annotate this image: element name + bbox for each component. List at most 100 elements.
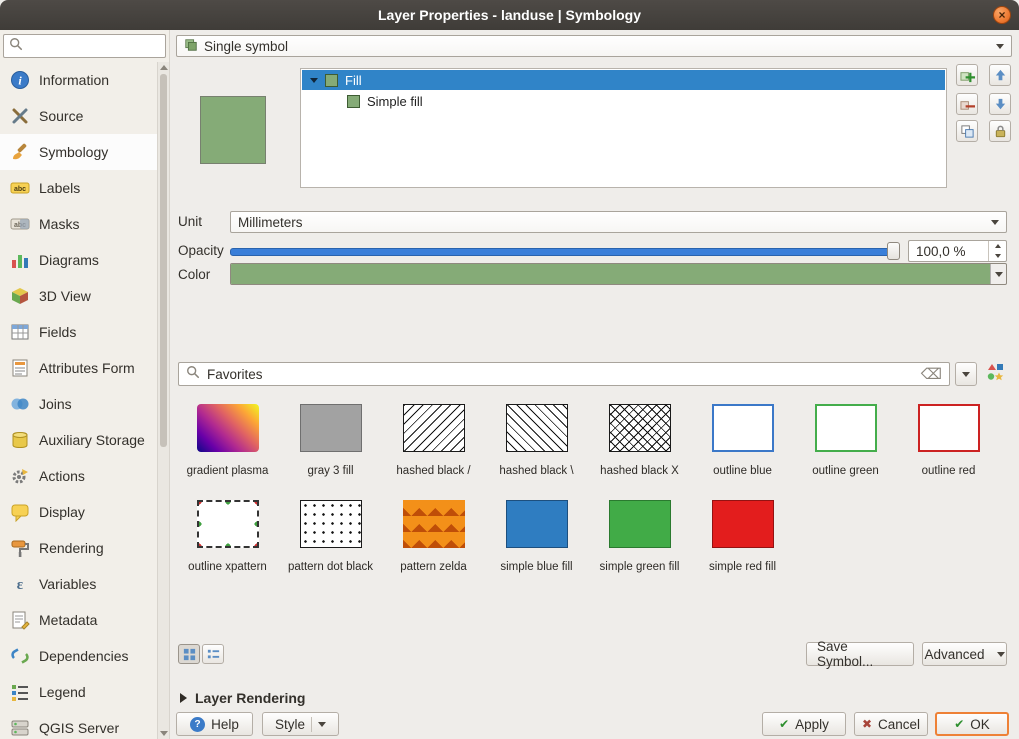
style-button[interactable]: Style [262, 712, 339, 736]
symbol-item-hash-forward[interactable]: hashed black / [382, 404, 485, 478]
help-button[interactable]: ? Help [176, 712, 253, 736]
sidebar-scrollbar[interactable] [157, 62, 169, 739]
sidebar-item-qgis-server[interactable]: QGIS Server [0, 710, 169, 739]
simple-fill-swatch-icon [347, 95, 360, 108]
symbol-item-outline-green[interactable]: outline green [794, 404, 897, 478]
sidebar-item-joins[interactable]: Joins [0, 386, 169, 422]
sidebar-item-symbology[interactable]: Symbology [0, 134, 169, 170]
list-view-toggle-button[interactable] [202, 644, 224, 664]
sidebar-search-input[interactable] [27, 38, 160, 55]
symbol-item-gray-fill[interactable]: gray 3 fill [279, 404, 382, 478]
sidebar-item-diagrams[interactable]: Diagrams [0, 242, 169, 278]
clear-filter-icon[interactable]: ⌫ [921, 367, 942, 382]
style-manager-icon [985, 362, 1005, 387]
advanced-label: Advanced [924, 647, 984, 662]
symbol-preview-hash-forward [403, 404, 465, 452]
close-button[interactable]: × [993, 6, 1011, 24]
scrollbar-thumb[interactable] [160, 74, 167, 447]
metadata-icon [10, 610, 30, 630]
check-icon: ✔ [954, 718, 964, 730]
slider-handle[interactable] [887, 242, 900, 260]
auxiliary-storage-icon [10, 430, 30, 450]
symbol-item-zelda[interactable]: pattern zelda [382, 500, 485, 574]
remove-symbol-layer-button[interactable] [956, 93, 978, 115]
symbol-item-dot-black[interactable]: pattern dot black [279, 500, 382, 574]
sidebar-item-dependencies[interactable]: Dependencies [0, 638, 169, 674]
color-button[interactable] [230, 263, 1007, 285]
layer-rendering-section[interactable]: Layer Rendering [180, 690, 305, 706]
sidebar-search-box[interactable] [3, 34, 166, 58]
unit-select[interactable]: Millimeters [230, 211, 1007, 233]
sidebar-item-display[interactable]: Display [0, 494, 169, 530]
sidebar-item-source[interactable]: Source [0, 98, 169, 134]
symbol-preview-green-fill [609, 500, 671, 548]
color-dropdown[interactable] [990, 264, 1006, 284]
symbol-group-dropdown-button[interactable] [955, 362, 977, 386]
symbol-item-red-fill[interactable]: simple red fill [691, 500, 794, 574]
symbol-filter-box[interactable]: Favorites ⌫ [178, 362, 950, 386]
symbol-item-hash-x[interactable]: hashed black X [588, 404, 691, 478]
symbol-item-outline-xpattern[interactable]: outline xpattern [176, 500, 279, 574]
sidebar-item-masks[interactable]: abcMasks [0, 206, 169, 242]
sidebar-item-3d-view[interactable]: 3D View [0, 278, 169, 314]
symbol-item-outline-blue[interactable]: outline blue [691, 404, 794, 478]
symbol-item-blue-fill[interactable]: simple blue fill [485, 500, 588, 574]
sidebar-item-label: Information [39, 72, 109, 88]
sidebar-item-auxiliary-storage[interactable]: Auxiliary Storage [0, 422, 169, 458]
symbol-item-outline-red[interactable]: outline red [897, 404, 1000, 478]
symbol-preview-outline-green [815, 404, 877, 452]
symbol-item-gradient-plasma[interactable]: gradient plasma [176, 404, 279, 478]
symbol-item-green-fill[interactable]: simple green fill [588, 500, 691, 574]
sidebar-item-label: Variables [39, 576, 96, 592]
ok-button[interactable]: ✔ OK [935, 712, 1009, 736]
expander-icon[interactable] [310, 78, 318, 83]
sidebar-item-rendering[interactable]: Rendering [0, 530, 169, 566]
style-manager-button[interactable] [983, 362, 1007, 386]
sidebar-item-label: Attributes Form [39, 360, 135, 376]
apply-button[interactable]: ✔ Apply [762, 712, 846, 736]
spin-down-button[interactable] [989, 251, 1006, 261]
tree-row-fill[interactable]: Fill [302, 70, 945, 90]
duplicate-layer-button[interactable] [956, 120, 978, 142]
symbol-label: hashed black / [396, 464, 470, 478]
apply-label: Apply [795, 717, 829, 732]
slider-track[interactable] [230, 248, 894, 256]
opacity-spinbox[interactable]: 100,0 % [908, 240, 1007, 262]
search-icon [186, 365, 200, 384]
symbol-layer-tree: Fill Simple fill [300, 68, 947, 188]
symbol-grid: gradient plasmagray 3 fill hashed black /… [176, 404, 1012, 575]
sidebar-item-fields[interactable]: Fields [0, 314, 169, 350]
symbol-label: simple green fill [600, 560, 680, 574]
renderer-select[interactable]: Single symbol [176, 35, 1012, 57]
sidebar-item-metadata[interactable]: Metadata [0, 602, 169, 638]
chevron-down-icon [996, 44, 1004, 49]
lock-color-button[interactable] [989, 120, 1011, 142]
sidebar-item-information[interactable]: iInformation [0, 62, 169, 98]
sidebar-item-attributes-form[interactable]: Attributes Form [0, 350, 169, 386]
opacity-slider[interactable] [230, 240, 900, 262]
chevron-down-icon [962, 372, 970, 377]
symbol-preview-red-fill [712, 500, 774, 548]
sidebar-item-labels[interactable]: abcLabels [0, 170, 169, 206]
symbol-item-hash-back[interactable]: hashed black \ [485, 404, 588, 478]
save-symbol-button[interactable]: Save Symbol... [806, 642, 914, 666]
advanced-button[interactable]: Advanced [922, 642, 1007, 666]
scroll-up-icon[interactable] [160, 65, 168, 70]
sidebar-item-legend[interactable]: Legend [0, 674, 169, 710]
add-symbol-layer-button[interactable] [956, 64, 978, 86]
sidebar-item-actions[interactable]: Actions [0, 458, 169, 494]
icon-view-toggle-button[interactable] [178, 644, 200, 664]
color-label: Color [178, 267, 210, 282]
display-icon [10, 502, 30, 522]
scroll-down-icon[interactable] [160, 731, 168, 736]
move-layer-down-button[interactable] [989, 93, 1011, 115]
source-icon [10, 106, 30, 126]
cancel-button[interactable]: ✖ Cancel [854, 712, 928, 736]
tree-row-simple-fill[interactable]: Simple fill [301, 91, 946, 111]
sidebar-item-variables[interactable]: εVariables [0, 566, 169, 602]
list-view-icon [206, 647, 221, 662]
spin-up-button[interactable] [989, 241, 1006, 251]
sidebar-item-label: Masks [39, 216, 79, 232]
symbol-preview-outline-blue [712, 404, 774, 452]
move-layer-up-button[interactable] [989, 64, 1011, 86]
